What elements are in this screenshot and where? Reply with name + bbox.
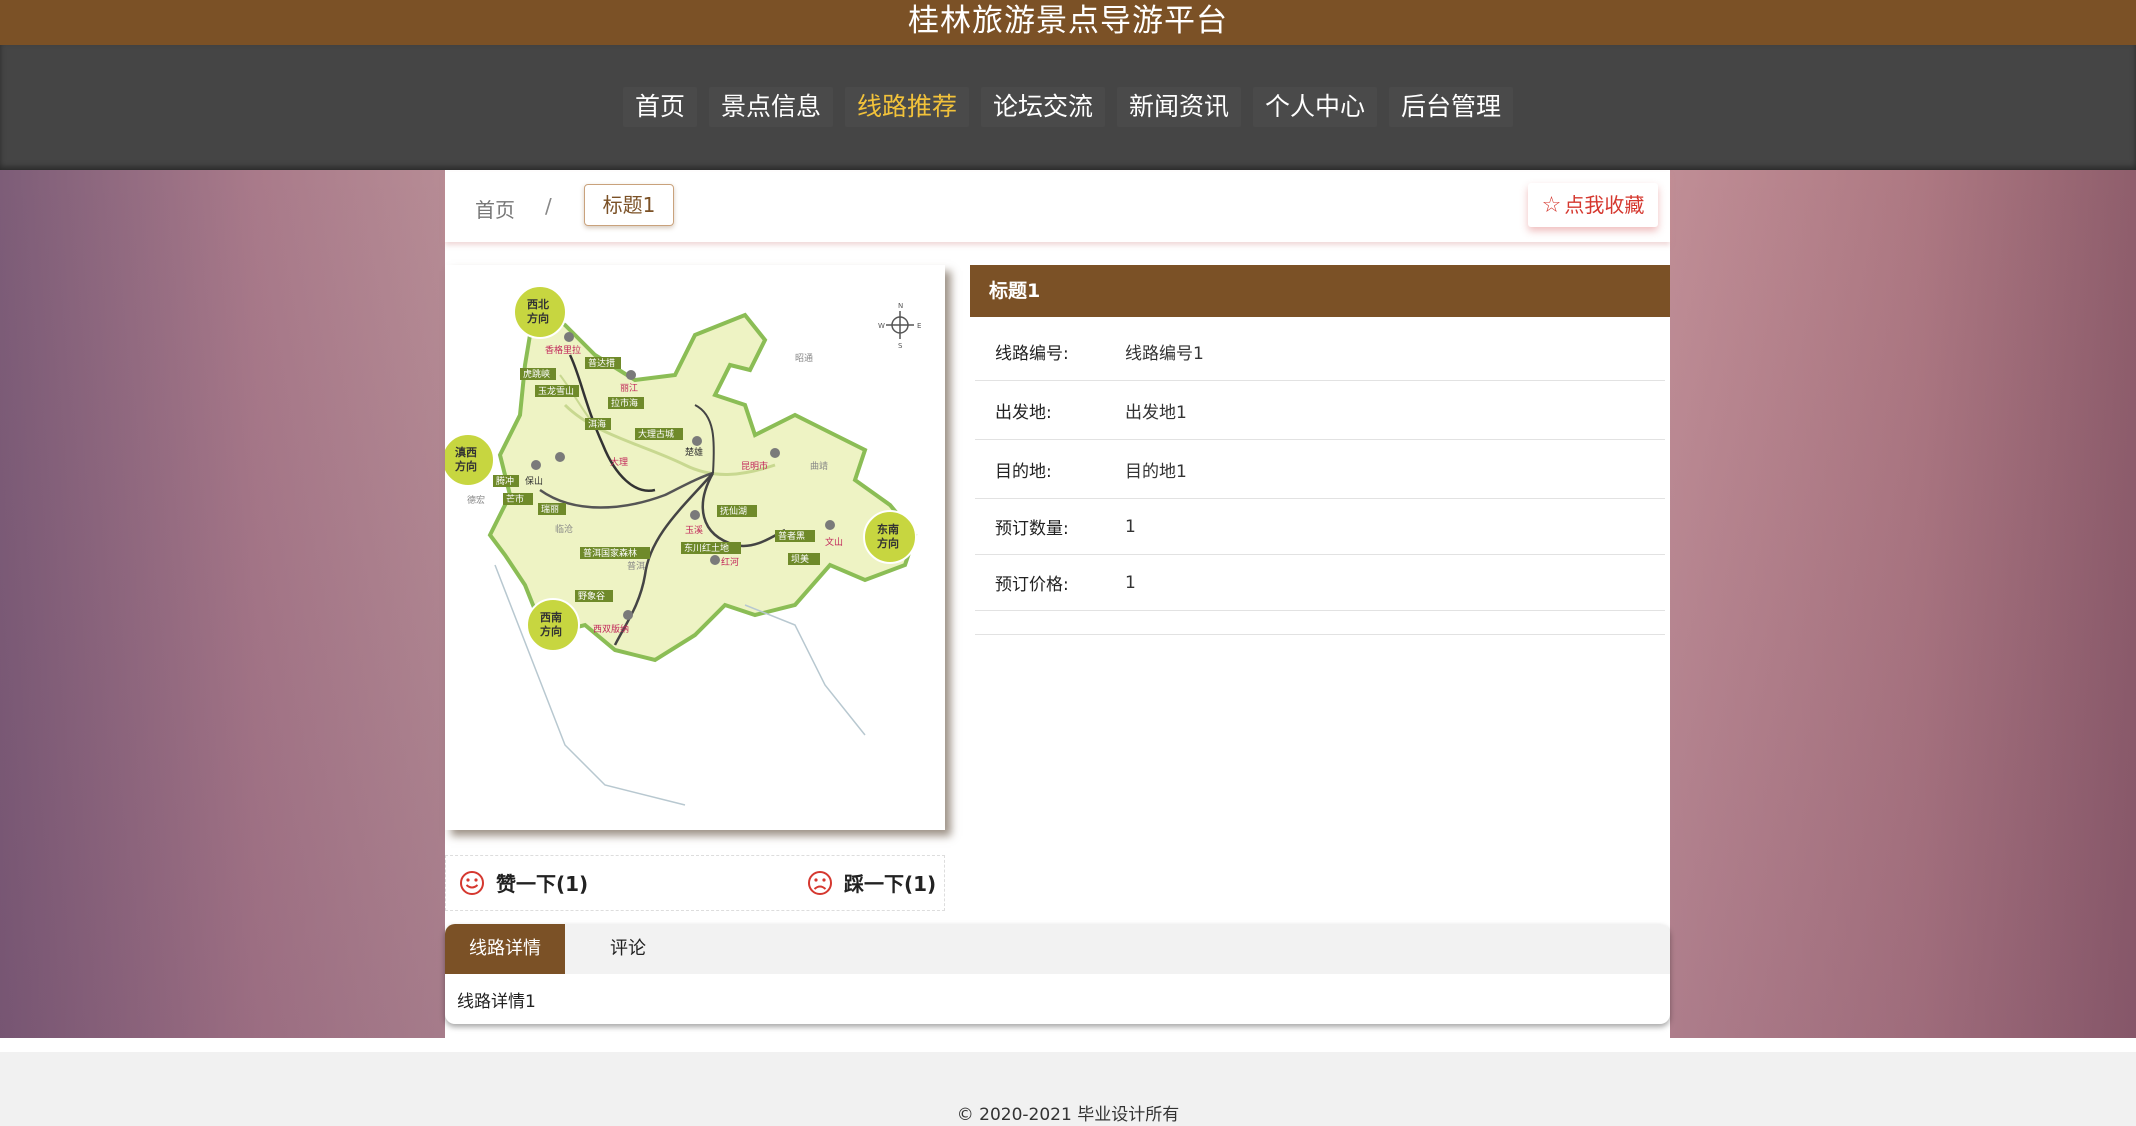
svg-text:大理古城: 大理古城 bbox=[638, 428, 674, 440]
breadcrumb-home-link[interactable]: 首页 bbox=[475, 194, 515, 223]
info-value: 目的地1 bbox=[1125, 461, 1187, 482]
dislike-label: 踩一下(1) bbox=[844, 872, 937, 896]
info-value: 线路编号1 bbox=[1125, 343, 1204, 364]
svg-text:野象谷: 野象谷 bbox=[578, 590, 605, 602]
info-label: 线路编号: bbox=[995, 343, 1069, 364]
svg-text:楚雄: 楚雄 bbox=[685, 446, 703, 458]
favorite-button[interactable]: ☆ 点我收藏 bbox=[1528, 183, 1658, 227]
nav-item-attractions[interactable]: 景点信息 bbox=[708, 87, 833, 127]
info-row-route-number: 线路编号: 线路编号1 bbox=[975, 322, 1665, 381]
info-label: 预订数量: bbox=[995, 519, 1069, 539]
svg-text:玉溪: 玉溪 bbox=[685, 524, 703, 536]
tabs-header: 线路详情 评论 bbox=[445, 924, 1670, 974]
tab-comments[interactable]: 评论 bbox=[565, 924, 670, 974]
smile-icon bbox=[460, 870, 484, 895]
svg-text:德宏: 德宏 bbox=[467, 494, 485, 506]
svg-text:E: E bbox=[917, 322, 921, 330]
svg-text:坝美: 坝美 bbox=[791, 553, 809, 565]
breadcrumb-separator: / bbox=[545, 194, 552, 218]
frown-icon bbox=[808, 870, 832, 895]
svg-text:拉市海: 拉市海 bbox=[611, 397, 638, 409]
svg-text:洱海: 洱海 bbox=[588, 418, 606, 430]
svg-text:昭通: 昭通 bbox=[795, 353, 813, 364]
svg-text:东南: 东南 bbox=[877, 522, 899, 536]
svg-text:方向: 方向 bbox=[877, 536, 899, 550]
nav-item-routes[interactable]: 线路推荐 bbox=[844, 87, 969, 127]
svg-text:抚仙湖: 抚仙湖 bbox=[720, 505, 747, 517]
route-title: 标题1 bbox=[970, 265, 1670, 317]
svg-text:腾冲: 腾冲 bbox=[496, 475, 514, 487]
svg-text:临沧: 临沧 bbox=[555, 523, 573, 535]
site-title: 桂林旅游景点导游平台 bbox=[0, 0, 2136, 45]
svg-text:昆明市: 昆明市 bbox=[741, 460, 768, 472]
nav-list: 首页 景点信息 线路推荐 论坛交流 新闻资讯 个人中心 后台管理 bbox=[0, 87, 2136, 127]
nav-item-news[interactable]: 新闻资讯 bbox=[1117, 87, 1242, 127]
svg-text:曲靖: 曲靖 bbox=[810, 460, 828, 472]
details-tabs: 线路详情 评论 线路详情1 bbox=[445, 924, 1670, 1024]
info-row-departure: 出发地: 出发地1 bbox=[975, 381, 1665, 440]
route-info-table: 线路编号: 线路编号1 出发地: 出发地1 目的地: 目的地1 预订数量: 1 … bbox=[975, 322, 1665, 635]
star-outline-icon: ☆ bbox=[1541, 193, 1562, 218]
info-value: 出发地1 bbox=[1125, 402, 1187, 423]
svg-text:保山: 保山 bbox=[525, 475, 543, 487]
info-label: 目的地: bbox=[995, 461, 1052, 482]
svg-text:文山: 文山 bbox=[825, 536, 843, 548]
svg-text:普洱国家森林: 普洱国家森林 bbox=[583, 547, 637, 559]
svg-text:西双版纳: 西双版纳 bbox=[593, 623, 629, 635]
footer: © 2020-2021 毕业设计所有 bbox=[0, 1052, 2136, 1126]
svg-text:普者黑: 普者黑 bbox=[778, 530, 805, 542]
info-row-booking-quantity: 预订数量: 1 bbox=[975, 499, 1665, 555]
main-navbar: 首页 景点信息 线路推荐 论坛交流 新闻资讯 个人中心 后台管理 bbox=[0, 45, 2136, 170]
favorite-label: 点我收藏 bbox=[1564, 193, 1645, 217]
svg-text:瑞丽: 瑞丽 bbox=[541, 503, 559, 515]
info-label: 出发地: bbox=[995, 402, 1052, 423]
info-value: 1 bbox=[1125, 572, 1136, 593]
nav-item-forum[interactable]: 论坛交流 bbox=[980, 87, 1105, 127]
info-value: 1 bbox=[1125, 516, 1136, 537]
svg-text:红河: 红河 bbox=[721, 556, 739, 568]
svg-text:S: S bbox=[898, 342, 903, 350]
nav-item-admin[interactable]: 后台管理 bbox=[1389, 87, 1514, 127]
tab-route-details[interactable]: 线路详情 bbox=[445, 924, 565, 974]
svg-text:芒市: 芒市 bbox=[506, 493, 524, 505]
info-row-booking-price: 预订价格: 1 bbox=[975, 555, 1665, 611]
svg-text:方向: 方向 bbox=[527, 311, 549, 325]
svg-text:香格里拉: 香格里拉 bbox=[545, 344, 581, 356]
yunnan-route-map: 西北方向 滇西方向 东南方向 西南方向 香格里拉 普达措 丽江 虎跳峡 玉龙雪山… bbox=[445, 265, 945, 830]
svg-text:方向: 方向 bbox=[455, 459, 477, 473]
nav-item-home[interactable]: 首页 bbox=[622, 87, 697, 127]
like-button[interactable]: 赞一下(1) bbox=[458, 868, 588, 897]
main-content: 首页 / 标题1 ☆ 点我收藏 西北 方向 滇西 方向 东南 方向 西南 方向 … bbox=[445, 170, 1670, 1038]
footer-copyright: © 2020-2021 毕业设计所有 bbox=[956, 1105, 1180, 1125]
breadcrumb-current: 标题1 bbox=[584, 184, 674, 226]
vote-row: 赞一下(1) 踩一下(1) bbox=[445, 855, 945, 911]
svg-text:玉龙雪山: 玉龙雪山 bbox=[538, 385, 574, 397]
svg-text:N: N bbox=[898, 302, 903, 310]
info-label: 预订价格: bbox=[995, 575, 1069, 595]
tab-content: 线路详情1 bbox=[457, 992, 536, 1012]
svg-text:丽江: 丽江 bbox=[620, 383, 638, 394]
svg-text:西北: 西北 bbox=[527, 297, 549, 311]
like-label: 赞一下(1) bbox=[496, 872, 589, 896]
route-map-image: 西北 方向 滇西 方向 东南 方向 西南 方向 香格里拉 普达措 丽江 虎跳峡 玉龙雪山… bbox=[445, 265, 945, 830]
svg-text:虎跳峡: 虎跳峡 bbox=[523, 368, 550, 380]
info-row-empty bbox=[975, 611, 1665, 635]
nav-item-personal-center[interactable]: 个人中心 bbox=[1253, 87, 1378, 127]
svg-text:东川红土地: 东川红土地 bbox=[684, 542, 729, 554]
svg-text:普洱: 普洱 bbox=[627, 560, 645, 572]
info-row-destination: 目的地: 目的地1 bbox=[975, 440, 1665, 499]
svg-text:普达措: 普达措 bbox=[588, 357, 615, 369]
svg-text:滇西: 滇西 bbox=[455, 445, 477, 459]
svg-text:西南: 西南 bbox=[540, 610, 562, 624]
dislike-button[interactable]: 踩一下(1) bbox=[806, 868, 936, 897]
breadcrumb: 首页 / 标题1 ☆ 点我收藏 bbox=[445, 172, 1670, 242]
svg-text:W: W bbox=[878, 322, 885, 330]
svg-text:方向: 方向 bbox=[540, 624, 562, 638]
svg-text:大理: 大理 bbox=[610, 456, 628, 468]
